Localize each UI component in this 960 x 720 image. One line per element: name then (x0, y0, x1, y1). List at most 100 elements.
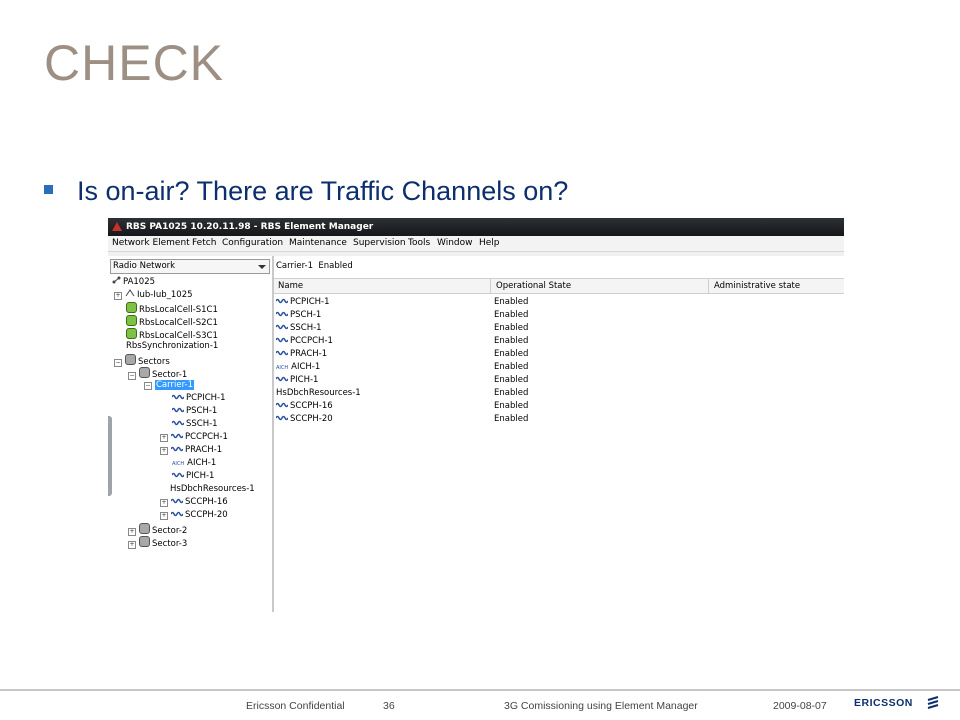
row-name: PCPICH-1 (290, 297, 330, 307)
channel-wave-icon (276, 415, 288, 421)
expand-icon[interactable]: + (114, 292, 122, 300)
tree-node-localcell-s3c1[interactable]: RbsLocalCell-S3C1 (126, 328, 218, 342)
table-row[interactable]: PICH-1 Enabled (274, 374, 844, 387)
channel-wave-icon (171, 498, 183, 504)
tree-node-ssch-1[interactable]: SSCH-1 (172, 419, 218, 430)
footer-confidential: Ericsson Confidential (246, 700, 345, 712)
table-row[interactable]: SSCH-1 Enabled (274, 322, 844, 335)
detail-pane: Carrier-1 Enabled Name Operational State… (274, 256, 844, 612)
row-operational-state: Enabled (494, 297, 529, 307)
row-operational-state: Enabled (494, 375, 529, 385)
column-divider[interactable] (708, 279, 709, 293)
tree-node-sccph-16[interactable]: + SCCPH-16 (160, 497, 228, 508)
tree-node-pa1025[interactable]: PA1025 (112, 276, 155, 288)
expand-icon[interactable]: + (128, 541, 136, 549)
footer-page-number: 36 (383, 700, 395, 712)
footer-doc-title: 3G Comissioning using Element Manager (504, 700, 698, 712)
detail-header-name: Carrier-1 (276, 261, 314, 271)
row-operational-state: Enabled (494, 414, 529, 424)
channel-wave-icon (172, 407, 184, 413)
table-row[interactable]: SCCPH-16 Enabled (274, 400, 844, 413)
column-header-operational-state[interactable]: Operational State (496, 281, 571, 291)
window-title: RBS PA1025 10.20.11.98 - RBS Element Man… (126, 222, 374, 232)
tree-node-carrier-1[interactable]: − Carrier-1 (144, 380, 195, 391)
menu-window[interactable]: Window (437, 238, 473, 248)
app-icon (112, 222, 122, 231)
chevron-down-icon[interactable] (258, 265, 266, 269)
tree-node-sccph-20[interactable]: + SCCPH-20 (160, 510, 228, 521)
menu-bar: Network Element Fetch Configuration Main… (108, 236, 844, 252)
tree-node-pcpich-1[interactable]: PCPICH-1 (172, 393, 226, 404)
menu-supervision[interactable]: Supervision (353, 238, 406, 248)
aich-icon: AICH (172, 461, 185, 467)
expand-icon[interactable]: + (160, 447, 168, 455)
sector-icon (139, 367, 150, 378)
tree-node-sector-3[interactable]: + Sector-3 (128, 536, 187, 550)
column-header-name[interactable]: Name (278, 281, 303, 291)
table-row[interactable]: AICH AICH-1 Enabled (274, 361, 844, 374)
table-row[interactable]: PCPICH-1 Enabled (274, 296, 844, 309)
channel-wave-icon (276, 337, 288, 343)
bullet-square-icon (44, 185, 53, 195)
tree-node-iub[interactable]: + Iub-Iub_1025 (114, 289, 193, 301)
localcell-icon (126, 302, 137, 313)
menu-configuration[interactable]: Configuration (222, 238, 283, 248)
tree-node-localcell-s2c1[interactable]: RbsLocalCell-S2C1 (126, 315, 218, 329)
footer-date: 2009-08-07 (773, 700, 827, 712)
window-titlebar: RBS PA1025 10.20.11.98 - RBS Element Man… (108, 218, 844, 236)
channel-wave-icon (172, 420, 184, 426)
aich-icon: AICH (276, 365, 289, 371)
tree-node-pccpch-1[interactable]: + PCCPCH-1 (160, 432, 228, 443)
channel-wave-icon (276, 298, 288, 304)
collapse-icon[interactable]: − (144, 382, 152, 390)
tree-node-prach-1[interactable]: + PRACH-1 (160, 445, 222, 456)
menu-network-element[interactable]: Network Element (112, 238, 190, 248)
menu-help[interactable]: Help (479, 238, 500, 248)
bullet-item: Is on-air? There are Traffic Channels on… (44, 176, 568, 207)
table-row[interactable]: PSCH-1 Enabled (274, 309, 844, 322)
column-divider[interactable] (490, 279, 491, 293)
sectors-icon (125, 354, 136, 365)
tree-node-rbs-sync[interactable]: RbsSynchronization-1 (126, 341, 218, 352)
tree-node-aich-1[interactable]: AICH AICH-1 (172, 458, 216, 470)
channel-wave-icon (276, 350, 288, 356)
column-header-administrative-state[interactable]: Administrative state (714, 281, 800, 291)
row-name: SCCPH-20 (290, 414, 333, 424)
expand-icon[interactable]: + (128, 528, 136, 536)
collapse-icon[interactable]: − (114, 359, 122, 367)
table-row[interactable]: PRACH-1 Enabled (274, 348, 844, 361)
expand-icon[interactable]: + (160, 499, 168, 507)
tree-node-psch-1[interactable]: PSCH-1 (172, 406, 217, 417)
expand-icon[interactable]: + (160, 434, 168, 442)
row-name: HsDbchResources-1 (276, 388, 361, 398)
tree-node-sectors[interactable]: − Sectors (114, 354, 170, 368)
channel-wave-icon (171, 446, 183, 452)
table-row[interactable]: HsDbchResources-1 Enabled (274, 387, 844, 400)
tree-node-sector-2[interactable]: + Sector-2 (128, 523, 187, 537)
table-header: Name Operational State Administrative st… (274, 278, 844, 294)
row-name: AICH-1 (291, 362, 321, 372)
menu-tools[interactable]: Tools (408, 238, 430, 248)
row-operational-state: Enabled (494, 336, 529, 346)
channel-wave-icon (276, 324, 288, 330)
tree-node-hsdbch[interactable]: HsDbchResources-1 (170, 484, 255, 495)
row-operational-state: Enabled (494, 310, 529, 320)
table-row[interactable]: SCCPH-20 Enabled (274, 413, 844, 426)
channel-wave-icon (171, 433, 183, 439)
menu-maintenance[interactable]: Maintenance (289, 238, 347, 248)
row-operational-state: Enabled (494, 323, 529, 333)
tree-node-sector-1[interactable]: − Sector-1 (128, 367, 187, 381)
table-row[interactable]: PCCPCH-1 Enabled (274, 335, 844, 348)
view-select[interactable]: Radio Network (110, 259, 270, 274)
menu-fetch[interactable]: Fetch (192, 238, 216, 248)
expand-icon[interactable]: + (160, 512, 168, 520)
tree-pane: Radio Network PA1025 + Iub-Iub_1025 RbsL… (108, 256, 274, 612)
ericsson-logo-icon (927, 696, 939, 709)
tree-node-pich-1[interactable]: PICH-1 (172, 471, 214, 482)
row-operational-state: Enabled (494, 349, 529, 359)
channel-wave-icon (276, 376, 288, 382)
collapse-icon[interactable]: − (128, 372, 136, 380)
tree-node-localcell-s1c1[interactable]: RbsLocalCell-S1C1 (126, 302, 218, 316)
ericsson-logo-text: ERICSSON (854, 697, 913, 709)
sector-icon (139, 536, 150, 547)
